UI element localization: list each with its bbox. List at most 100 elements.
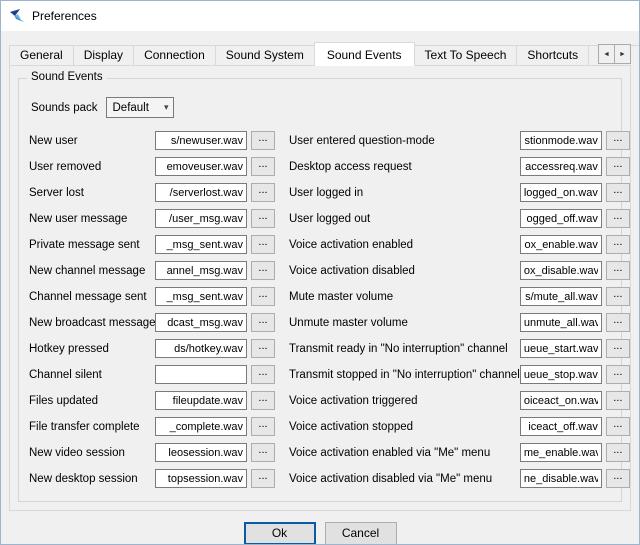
sound-file-input[interactable] — [155, 313, 247, 332]
tab-sound-events[interactable]: Sound Events — [314, 42, 415, 66]
sound-file-input[interactable] — [155, 287, 247, 306]
browse-button[interactable]: ... — [606, 131, 630, 150]
browse-button[interactable]: ... — [251, 469, 275, 488]
tab-display[interactable]: Display — [73, 45, 134, 65]
sound-file-input[interactable] — [520, 183, 602, 202]
sound-file-input[interactable] — [155, 131, 247, 150]
tabbar: GeneralDisplayConnectionSound SystemSoun… — [9, 41, 631, 65]
browse-button[interactable]: ... — [251, 183, 275, 202]
sound-file-input[interactable] — [520, 131, 602, 150]
sound-event-row: Voice activation disabled via "Me" menu … — [289, 469, 630, 488]
tab-sound-system[interactable]: Sound System — [215, 45, 315, 65]
sound-file-input[interactable] — [155, 209, 247, 228]
sound-file-input[interactable] — [520, 261, 602, 280]
browse-button[interactable]: ... — [606, 183, 630, 202]
sound-event-row: User entered question-mode ... — [289, 131, 630, 150]
browse-button[interactable]: ... — [251, 365, 275, 384]
sound-file-input[interactable] — [520, 443, 602, 462]
browse-button[interactable]: ... — [606, 209, 630, 228]
sound-event-row: New video session ... — [29, 443, 275, 462]
sound-event-label: Hotkey pressed — [29, 343, 155, 355]
sound-file-input[interactable] — [520, 339, 602, 358]
sound-file-input[interactable] — [520, 365, 602, 384]
sound-file-input[interactable] — [520, 391, 602, 410]
sound-event-columns: New user ... User removed ... Server los… — [29, 131, 611, 495]
tab-general[interactable]: General — [9, 45, 74, 65]
browse-button[interactable]: ... — [251, 261, 275, 280]
sound-file-input[interactable] — [155, 469, 247, 488]
sound-event-label: Desktop access request — [289, 161, 520, 173]
sound-event-row: User logged out ... — [289, 209, 630, 228]
sound-event-row: New user ... — [29, 131, 275, 150]
ok-button[interactable]: Ok — [244, 522, 316, 545]
browse-button[interactable]: ... — [251, 235, 275, 254]
browse-button[interactable]: ... — [606, 339, 630, 358]
sounds-pack-select[interactable]: Default ▾ — [106, 97, 174, 118]
tab-text-to-speech[interactable]: Text To Speech — [414, 45, 518, 65]
sound-event-label: Mute master volume — [289, 291, 520, 303]
sound-file-input[interactable] — [520, 417, 602, 436]
sound-file-input[interactable] — [155, 261, 247, 280]
tab-scroll-right-button[interactable]: ► — [614, 44, 631, 64]
sound-event-label: New broadcast message — [29, 317, 155, 329]
browse-button[interactable]: ... — [606, 261, 630, 280]
browse-button[interactable]: ... — [606, 391, 630, 410]
sound-file-input[interactable] — [155, 183, 247, 202]
sound-file-input[interactable] — [520, 287, 602, 306]
sound-file-input[interactable] — [520, 235, 602, 254]
browse-button[interactable]: ... — [606, 417, 630, 436]
sound-event-row: Voice activation enabled via "Me" menu .… — [289, 443, 630, 462]
sound-event-label: Files updated — [29, 395, 155, 407]
sound-event-label: File transfer complete — [29, 421, 155, 433]
browse-button[interactable]: ... — [251, 209, 275, 228]
sound-event-label: Voice activation stopped — [289, 421, 520, 433]
tab-shortcuts[interactable]: Shortcuts — [516, 45, 589, 65]
sound-event-label: User removed — [29, 161, 155, 173]
footer: Ok Cancel — [1, 511, 639, 545]
browse-button[interactable]: ... — [606, 157, 630, 176]
browse-button[interactable]: ... — [606, 313, 630, 332]
browse-button[interactable]: ... — [251, 417, 275, 436]
sound-file-input[interactable] — [155, 417, 247, 436]
sound-file-input[interactable] — [155, 339, 247, 358]
browse-button[interactable]: ... — [251, 339, 275, 358]
sound-file-input[interactable] — [155, 365, 247, 384]
sound-event-row: Files updated ... — [29, 391, 275, 410]
sound-event-row: Voice activation stopped ... — [289, 417, 630, 436]
browse-button[interactable]: ... — [606, 235, 630, 254]
preferences-window: Preferences GeneralDisplayConnectionSoun… — [0, 0, 640, 545]
sound-event-row: Voice activation enabled ... — [289, 235, 630, 254]
browse-button[interactable]: ... — [251, 391, 275, 410]
browse-button[interactable]: ... — [606, 287, 630, 306]
browse-button[interactable]: ... — [606, 469, 630, 488]
sound-file-input[interactable] — [520, 157, 602, 176]
sound-event-label: Transmit stopped in "No interruption" ch… — [289, 369, 520, 381]
groupbox-title: Sound Events — [27, 71, 107, 83]
tab-scroll-left-button[interactable]: ◄ — [598, 44, 615, 64]
sound-event-label: Channel silent — [29, 369, 155, 381]
browse-button[interactable]: ... — [251, 157, 275, 176]
window-title: Preferences — [32, 9, 97, 23]
browse-button[interactable]: ... — [251, 313, 275, 332]
sound-file-input[interactable] — [520, 313, 602, 332]
sound-file-input[interactable] — [520, 209, 602, 228]
browse-button[interactable]: ... — [606, 365, 630, 384]
browse-button[interactable]: ... — [251, 443, 275, 462]
tab-connection[interactable]: Connection — [133, 45, 216, 65]
browse-button[interactable]: ... — [251, 287, 275, 306]
sound-file-input[interactable] — [155, 235, 247, 254]
sound-file-input[interactable] — [155, 443, 247, 462]
titlebar: Preferences — [1, 1, 639, 31]
cancel-button[interactable]: Cancel — [325, 522, 397, 545]
left-column: New user ... User removed ... Server los… — [29, 131, 275, 495]
sound-file-input[interactable] — [520, 469, 602, 488]
sound-event-label: User entered question-mode — [289, 135, 520, 147]
sounds-pack-row: Sounds pack Default ▾ — [31, 97, 611, 118]
browse-button[interactable]: ... — [606, 443, 630, 462]
sound-file-input[interactable] — [155, 157, 247, 176]
sound-file-input[interactable] — [155, 391, 247, 410]
browse-button[interactable]: ... — [251, 131, 275, 150]
sound-events-groupbox: Sound Events Sounds pack Default ▾ New u… — [18, 78, 622, 502]
sound-event-label: New user — [29, 135, 155, 147]
tabstrip: GeneralDisplayConnectionSound SystemSoun… — [9, 41, 631, 65]
